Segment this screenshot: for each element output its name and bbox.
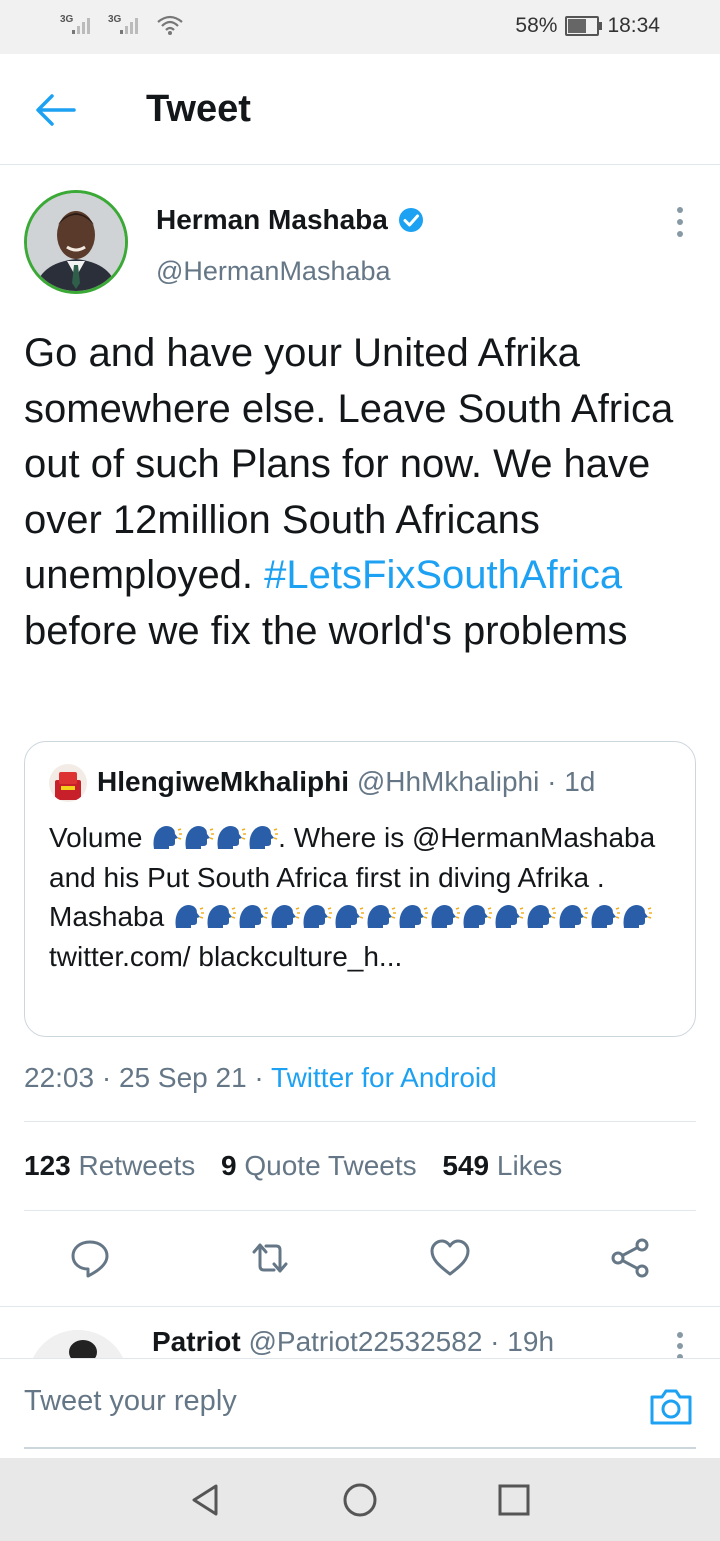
reply-header: Patriot @Patriot22532582 · 19h bbox=[152, 1326, 554, 1358]
likes-count: 549 bbox=[442, 1150, 490, 1181]
speaking-head-emoji bbox=[492, 900, 524, 932]
quote-age: 1d bbox=[564, 766, 596, 797]
author-name[interactable]: Herman Mashaba bbox=[156, 204, 424, 236]
likes-label: Likes bbox=[496, 1150, 563, 1181]
quoted-tweet[interactable]: HlengiweMkhaliphi @HhMkhaliphi · 1d Volu… bbox=[24, 741, 696, 1037]
tweet-text: Go and have your United Afrika somewhere… bbox=[24, 326, 704, 659]
speaking-head-emoji bbox=[204, 900, 236, 932]
emoji-group bbox=[172, 901, 652, 932]
home-circle-icon[interactable] bbox=[340, 1480, 380, 1520]
speaking-head-emoji bbox=[182, 821, 215, 853]
recents-square-icon[interactable] bbox=[494, 1480, 534, 1520]
speaking-head-emoji bbox=[214, 821, 247, 853]
app-header: Tweet bbox=[0, 54, 720, 165]
speaking-head-emoji bbox=[332, 900, 364, 932]
quote-header: HlengiweMkhaliphi @HhMkhaliphi · 1d bbox=[97, 766, 595, 798]
clock: 18:34 bbox=[607, 14, 660, 37]
speaking-head-emoji bbox=[364, 900, 396, 932]
author-handle[interactable]: @HermanMashaba bbox=[156, 256, 391, 287]
retweet-icon[interactable] bbox=[248, 1236, 292, 1280]
divider bbox=[24, 1121, 696, 1122]
reply-icon[interactable] bbox=[68, 1236, 112, 1280]
more-options-icon[interactable] bbox=[670, 1330, 690, 1360]
avatar[interactable] bbox=[24, 190, 128, 294]
speaking-head-emoji bbox=[396, 900, 428, 932]
tweet-text-part: before we fix the world's problems bbox=[24, 608, 628, 653]
tweet-action-bar bbox=[0, 1228, 720, 1290]
author-name-text: Herman Mashaba bbox=[156, 204, 388, 235]
tweet-date: 25 Sep 21 bbox=[118, 1062, 247, 1093]
speaking-head-emoji bbox=[236, 900, 268, 932]
speaking-head-emoji bbox=[150, 821, 183, 853]
quotes-label: Quote Tweets bbox=[244, 1150, 417, 1181]
tweet-timestamp: 22:03 · 25 Sep 21 · Twitter for Android bbox=[24, 1062, 497, 1094]
speaking-head-emoji bbox=[172, 900, 204, 932]
reply-author-name[interactable]: Patriot bbox=[152, 1326, 241, 1357]
retweets-label: Retweets bbox=[78, 1150, 196, 1181]
verified-badge-icon bbox=[398, 208, 423, 232]
reply-composer bbox=[0, 1358, 720, 1459]
system-nav-bar bbox=[0, 1458, 720, 1541]
speaking-head-emoji bbox=[300, 900, 332, 932]
back-triangle-icon[interactable] bbox=[186, 1480, 226, 1520]
quotes-count: 9 bbox=[221, 1150, 237, 1181]
avatar-portrait bbox=[27, 193, 125, 291]
signal-icon: 3G bbox=[60, 14, 98, 36]
battery-icon bbox=[565, 16, 603, 36]
reply-input[interactable] bbox=[24, 1377, 624, 1425]
status-bar: 3G 3G 58% 18:34 bbox=[0, 0, 720, 54]
status-right: 58% 18:34 bbox=[515, 14, 660, 38]
tweet-time: 22:03 bbox=[24, 1062, 95, 1093]
quotes-stat[interactable]: 9 Quote Tweets bbox=[221, 1150, 417, 1181]
reply-author-handle: @Patriot22532582 bbox=[248, 1326, 483, 1357]
quote-avatar bbox=[49, 764, 87, 802]
quote-author-name: HlengiweMkhaliphi bbox=[97, 766, 350, 797]
reply-age: 19h bbox=[507, 1326, 555, 1357]
likes-stat[interactable]: 549 Likes bbox=[442, 1150, 562, 1181]
quote-author-handle: @HhMkhaliphi bbox=[356, 766, 540, 797]
wifi-icon bbox=[157, 15, 183, 35]
composer-underline bbox=[24, 1447, 696, 1449]
arrow-left-icon[interactable] bbox=[34, 92, 76, 128]
speaking-head-emoji bbox=[268, 900, 300, 932]
more-options-icon[interactable] bbox=[670, 205, 690, 239]
camera-icon[interactable] bbox=[648, 1387, 694, 1427]
quote-text-part: Volume bbox=[49, 822, 151, 853]
signal-icon: 3G bbox=[108, 14, 146, 36]
page-title: Tweet bbox=[146, 88, 251, 130]
speaking-head-emoji bbox=[556, 900, 588, 932]
quote-text-part: twitter.com/ blackculture_h... bbox=[49, 940, 403, 972]
reply-separator: · bbox=[482, 1326, 508, 1357]
hashtag-link[interactable]: #LetsFixSouthAfrica bbox=[264, 553, 622, 597]
speaking-head-emoji bbox=[524, 900, 556, 932]
battery-percent: 58% bbox=[515, 14, 558, 37]
speaking-head-emoji bbox=[588, 900, 620, 932]
tweet-source-link[interactable]: Twitter for Android bbox=[271, 1062, 497, 1093]
speaking-head-emoji bbox=[246, 821, 279, 853]
tweet-stats: 123 Retweets 9 Quote Tweets 549 Likes bbox=[24, 1150, 562, 1182]
divider bbox=[0, 1306, 720, 1307]
tweet-dot: · bbox=[246, 1062, 272, 1093]
signal-indicators: 3G 3G bbox=[60, 14, 184, 36]
share-icon[interactable] bbox=[608, 1236, 652, 1280]
retweets-count: 123 bbox=[24, 1150, 71, 1181]
like-icon[interactable] bbox=[428, 1236, 472, 1280]
speaking-head-emoji bbox=[428, 900, 460, 932]
quote-text: Volume . Where is @HermanMashaba and his… bbox=[49, 818, 679, 976]
divider bbox=[24, 1210, 696, 1211]
emoji-group bbox=[150, 821, 279, 853]
retweets-stat[interactable]: 123 Retweets bbox=[24, 1150, 195, 1181]
speaking-head-emoji bbox=[460, 900, 492, 932]
tweet-dot: · bbox=[94, 1062, 119, 1093]
quote-separator: · bbox=[539, 766, 565, 797]
speaking-head-emoji bbox=[620, 900, 652, 932]
